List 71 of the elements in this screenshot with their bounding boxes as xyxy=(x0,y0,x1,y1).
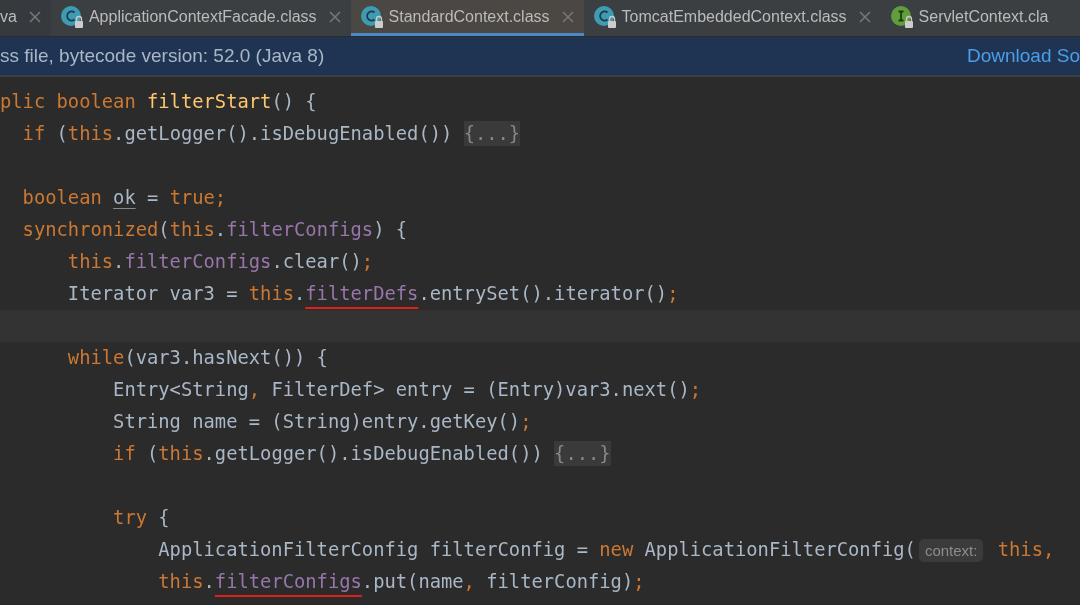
code-keyword: plic boolean xyxy=(0,91,137,112)
editor-tab[interactable]: ApplicationContextFacade.class xyxy=(50,0,351,36)
folded-code: {...} xyxy=(463,121,521,146)
code-text: . xyxy=(214,219,227,240)
code-keyword: ; xyxy=(520,411,532,432)
code-text: .clear() xyxy=(271,251,362,272)
field-name: filterConfigs xyxy=(124,251,272,272)
code-text: Iterator var3 = xyxy=(66,283,239,304)
variable-name: ok xyxy=(113,187,136,208)
code-keyword: if xyxy=(112,443,136,464)
code-text: filterConfig) xyxy=(485,571,634,592)
field-name: filterDefs xyxy=(305,283,419,304)
banner-text: ss file, bytecode version: 52.0 (Java 8) xyxy=(0,45,325,67)
code-keyword: while xyxy=(66,347,125,368)
method-name: filterStart xyxy=(147,91,272,112)
code-keyword: ; xyxy=(361,251,374,272)
code-keyword: ; xyxy=(667,283,679,304)
code-text: ( xyxy=(158,219,170,240)
code-keyword: if xyxy=(21,123,46,144)
class-file-icon xyxy=(59,4,84,29)
class-file-icon xyxy=(592,4,617,29)
close-icon[interactable] xyxy=(327,9,342,24)
code-text: .entrySet().iterator() xyxy=(418,283,668,304)
code-text: .getLogger().isDebugEnabled()) xyxy=(113,123,454,144)
code-keyword: ; xyxy=(689,379,702,400)
code-text: String name = (String)entry.getKey() xyxy=(112,411,521,432)
class-file-icon xyxy=(359,4,384,29)
code-text: . xyxy=(203,571,215,592)
code-text: ApplicationFilterConfig filterConfig = xyxy=(157,539,589,560)
code-text: FilterDef> entry = (Entry)var3.next() xyxy=(270,379,690,400)
code-keyword: this xyxy=(66,251,114,272)
parameter-hint: context: xyxy=(918,539,984,562)
folded-code: {...} xyxy=(554,441,611,466)
code-text: { xyxy=(157,507,170,528)
code-keyword: try xyxy=(112,507,147,528)
field-name: filterConfigs xyxy=(226,219,374,240)
code-keyword: this xyxy=(67,123,114,144)
code-text: () { xyxy=(271,91,317,112)
code-text: ) { xyxy=(373,219,408,240)
code-keyword: new xyxy=(599,539,634,560)
code-keyword: boolean xyxy=(21,187,103,208)
code-keyword: this xyxy=(169,219,215,240)
code-text: ( xyxy=(55,123,68,144)
code-keyword: ; xyxy=(633,571,645,592)
code-keyword: this xyxy=(157,571,204,592)
code-keyword: , xyxy=(248,379,261,400)
code-keyword: true; xyxy=(169,187,227,208)
code-text: . xyxy=(294,283,306,304)
code-text: ApplicationFilterConfig( xyxy=(643,539,916,560)
download-sources-link[interactable]: Download So xyxy=(966,45,1080,67)
code-text: Entry<String xyxy=(112,379,249,400)
code-text: . xyxy=(113,251,125,272)
code-keyword: , xyxy=(463,571,475,592)
code-keyword: this xyxy=(248,283,294,304)
editor-tab[interactable]: va xyxy=(0,0,51,36)
close-icon[interactable] xyxy=(857,9,872,24)
code-keyword: this, xyxy=(996,539,1055,560)
editor-tab[interactable]: StandardContext.class xyxy=(350,0,584,36)
code-text: .getLogger().isDebugEnabled()) xyxy=(203,443,544,464)
code-text: (var3.hasNext()) { xyxy=(124,347,328,368)
editor-tab[interactable]: TomcatEmbeddedContext.class xyxy=(583,0,881,36)
code-keyword: this xyxy=(158,443,204,464)
code-keyword: synchronized xyxy=(21,219,159,240)
editor-tab[interactable]: ServletContext.cla xyxy=(880,0,1058,36)
code-text: .put(name xyxy=(361,571,464,592)
interface-file-icon xyxy=(889,4,914,29)
close-icon[interactable] xyxy=(27,9,42,24)
code-text: ( xyxy=(146,443,159,464)
code-text: = xyxy=(146,187,160,208)
field-name: filterConfigs xyxy=(214,571,362,592)
close-icon[interactable] xyxy=(560,9,575,24)
